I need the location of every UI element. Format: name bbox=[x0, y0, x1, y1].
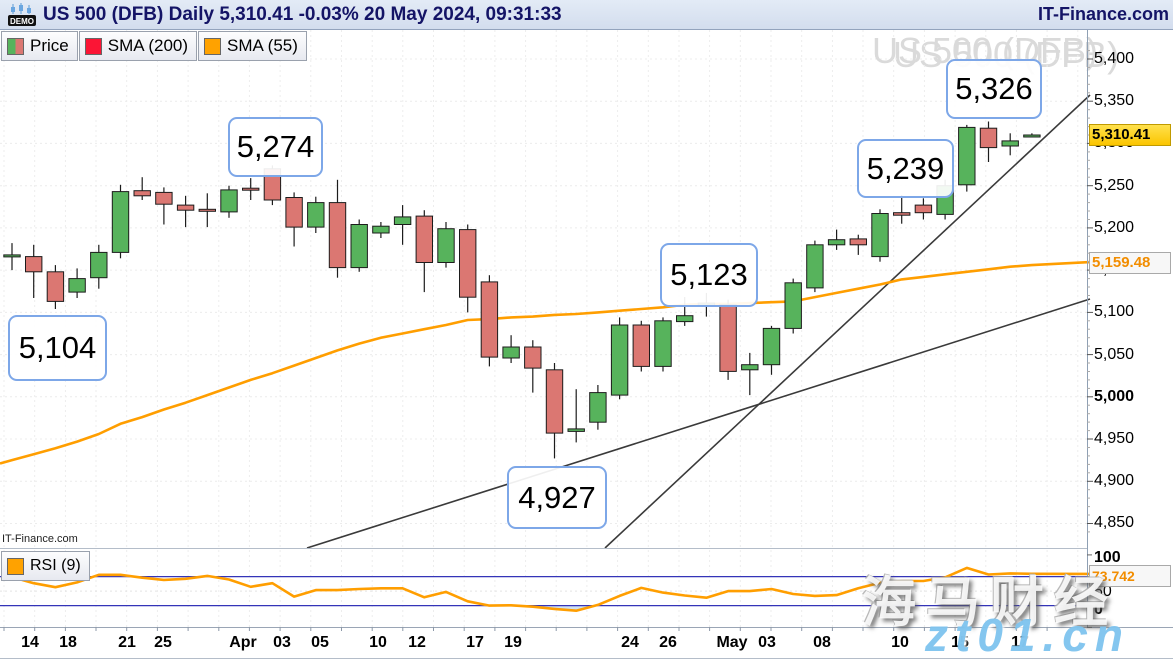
candle-body bbox=[720, 305, 736, 372]
price-tick-label: 4,900 bbox=[1094, 472, 1170, 490]
candle-body bbox=[590, 393, 606, 423]
candle-body bbox=[568, 429, 584, 432]
price-callout[interactable]: 5,326 bbox=[946, 59, 1042, 119]
x-axis-label: 05 bbox=[298, 634, 342, 652]
candle-body bbox=[655, 321, 671, 367]
candle-body bbox=[481, 282, 497, 357]
price-tick-label: 5,250 bbox=[1094, 177, 1170, 195]
candle-body bbox=[677, 316, 693, 322]
price-callout[interactable]: 5,239 bbox=[857, 139, 954, 198]
candle-body bbox=[785, 283, 801, 329]
candle-body bbox=[373, 226, 389, 233]
candle-body bbox=[91, 252, 107, 277]
candle-body bbox=[26, 257, 42, 272]
candle-body bbox=[221, 190, 237, 212]
candle-body bbox=[286, 198, 302, 228]
price-tick-label: 5,100 bbox=[1094, 303, 1170, 321]
candle-body bbox=[525, 347, 541, 368]
legend-rsi-chip[interactable]: RSI (9) bbox=[1, 551, 90, 581]
x-axis-label: 10 bbox=[356, 634, 400, 652]
x-axis-label: 19 bbox=[491, 634, 535, 652]
candle-body bbox=[177, 205, 193, 210]
candle-body bbox=[438, 229, 454, 263]
candle-body bbox=[850, 239, 866, 245]
legend-price-chip[interactable]: Price bbox=[1, 31, 78, 61]
candle-body bbox=[112, 192, 128, 253]
legend-sma200-chip[interactable]: SMA (200) bbox=[79, 31, 197, 61]
x-axis-label: 08 bbox=[800, 634, 844, 652]
price-swatch-icon bbox=[7, 38, 24, 55]
price-tick-label: 5,350 bbox=[1094, 92, 1170, 110]
price-tick-label: 5,400 bbox=[1094, 50, 1170, 68]
candle-body bbox=[199, 209, 215, 211]
sma55-swatch-icon bbox=[204, 38, 221, 55]
candle-body bbox=[156, 192, 172, 204]
x-axis-label: Apr bbox=[221, 634, 265, 652]
x-axis-label: 26 bbox=[646, 634, 690, 652]
rsi-swatch-icon bbox=[7, 558, 24, 575]
legend-sma55-label: SMA (55) bbox=[227, 36, 298, 56]
candle-body bbox=[69, 279, 85, 293]
legend-sma55-chip[interactable]: SMA (55) bbox=[198, 31, 307, 61]
trend-line[interactable] bbox=[307, 299, 1090, 548]
price-tick-label: 5,050 bbox=[1094, 346, 1170, 364]
candle-body bbox=[546, 370, 562, 433]
candle-body bbox=[763, 328, 779, 364]
legend-price-label: Price bbox=[30, 36, 69, 56]
candle-body bbox=[959, 127, 975, 184]
chart-footer-brand: IT-Finance.com bbox=[2, 533, 78, 545]
chart-application: US 500 (DFB) DEMO US 500 (DFB) Daily 5,3… bbox=[0, 0, 1173, 660]
candle-body bbox=[394, 217, 410, 225]
candle-body bbox=[308, 203, 324, 228]
candle-body bbox=[894, 213, 910, 216]
price-callout[interactable]: 5,104 bbox=[8, 315, 107, 381]
candle-body bbox=[611, 325, 627, 395]
price-tick-label: 4,950 bbox=[1094, 430, 1170, 448]
price-tick-label: 5,000 bbox=[1094, 388, 1170, 406]
price-tick-label: 5,200 bbox=[1094, 219, 1170, 237]
sma55-value-tag: 5,159.48 bbox=[1089, 252, 1171, 274]
x-axis-label: 25 bbox=[141, 634, 185, 652]
candle-body bbox=[980, 128, 996, 147]
price-tick-label: 4,850 bbox=[1094, 514, 1170, 532]
candle-body bbox=[1002, 141, 1018, 146]
last-price-tag: 5,310.41 bbox=[1089, 124, 1171, 146]
candle-body bbox=[1024, 135, 1040, 137]
x-axis-label: 12 bbox=[395, 634, 439, 652]
price-callout[interactable]: 4,927 bbox=[507, 466, 607, 529]
candle-body bbox=[351, 225, 367, 268]
candle-body bbox=[460, 230, 476, 298]
candle-body bbox=[503, 347, 519, 358]
candle-body bbox=[633, 325, 649, 366]
sma55-line[interactable] bbox=[0, 262, 1090, 463]
candle-body bbox=[47, 272, 63, 302]
candle-body bbox=[807, 245, 823, 288]
sma200-swatch-icon bbox=[85, 38, 102, 55]
site-watermark-url: zt01.cn bbox=[925, 608, 1130, 660]
legend-sma200-label: SMA (200) bbox=[108, 36, 188, 56]
legend-rsi-label: RSI (9) bbox=[30, 557, 81, 575]
candle-body bbox=[915, 205, 931, 213]
x-axis-label: 18 bbox=[46, 634, 90, 652]
candle-body bbox=[134, 191, 150, 196]
candle-body bbox=[872, 214, 888, 257]
candle-body bbox=[329, 203, 345, 268]
price-callout[interactable]: 5,274 bbox=[228, 117, 323, 177]
candle-body bbox=[828, 240, 844, 245]
x-axis-label: 03 bbox=[745, 634, 789, 652]
indicator-legend: Price SMA (200) SMA (55) bbox=[1, 31, 307, 61]
candle-body bbox=[243, 188, 259, 190]
candle-body bbox=[4, 255, 20, 257]
candle-body bbox=[416, 216, 432, 262]
candle-body bbox=[742, 365, 758, 370]
price-callout[interactable]: 5,123 bbox=[660, 243, 758, 307]
